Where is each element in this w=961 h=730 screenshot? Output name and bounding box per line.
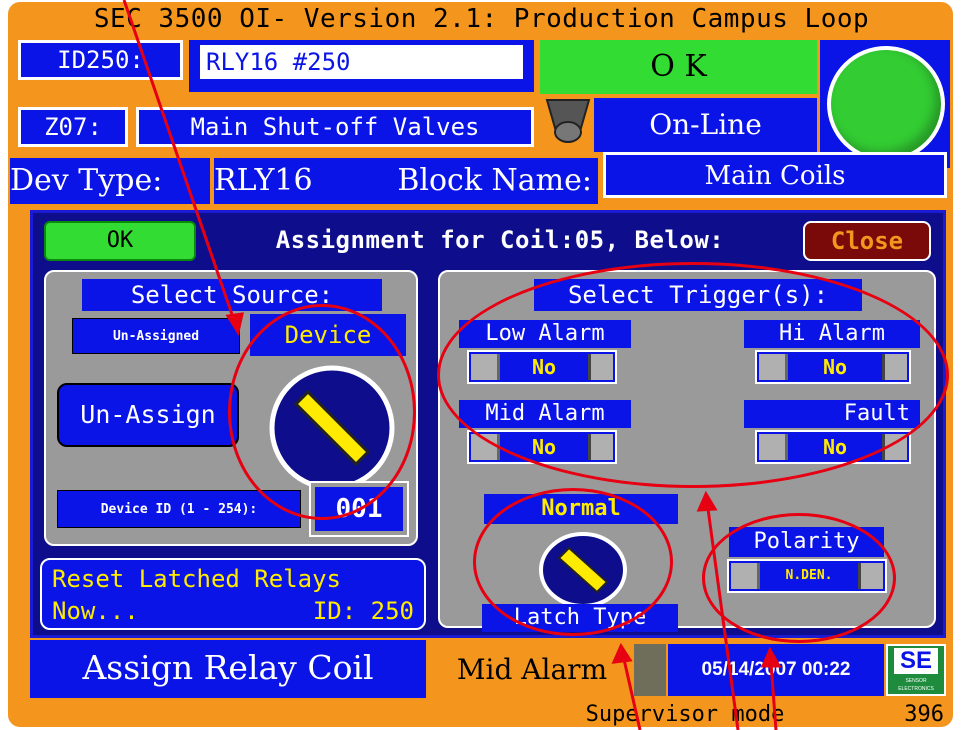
annotation-arrows: [122, 0, 782, 730]
